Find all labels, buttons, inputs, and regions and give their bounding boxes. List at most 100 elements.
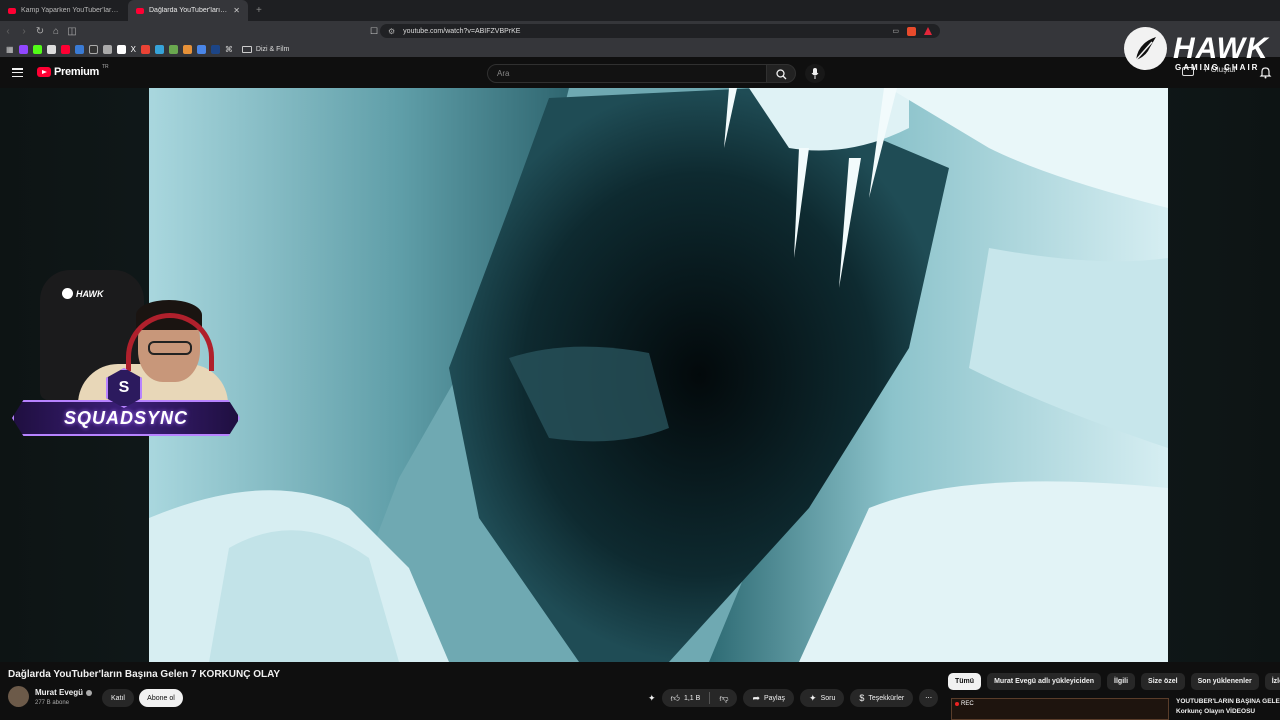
voice-search-button[interactable] <box>805 64 825 83</box>
recommended-video-thumbnail[interactable] <box>951 698 1169 720</box>
chip-all[interactable]: Tümü <box>948 673 982 690</box>
folder-label: Dizi & Film <box>255 45 290 53</box>
chip-for-you[interactable]: Size özel <box>1141 673 1185 690</box>
search-icon <box>776 69 787 80</box>
bookmark-icon[interactable] <box>74 44 84 54</box>
bookmark-icon[interactable] <box>102 44 112 54</box>
channel-name[interactable]: Murat Evegü <box>35 688 93 697</box>
chip-related[interactable]: İlgili <box>1107 673 1136 690</box>
youtube-favicon-icon <box>136 7 144 14</box>
thanks-button[interactable]: $ Teşekkürler <box>850 689 914 707</box>
webcam-overlay: HAWK SQUADSYNC S <box>10 268 242 444</box>
channel-avatar[interactable] <box>8 686 29 707</box>
recommendation-filter-chips: Tümü Murat Evegü adlı yükleyiciden İlgil… <box>948 673 1280 690</box>
bookmark-icon[interactable] <box>46 44 56 54</box>
sparkle-icon[interactable]: ✦ <box>648 693 656 704</box>
bookmark-icon[interactable]: ☐ <box>370 26 378 37</box>
share-icon: ➦ <box>752 692 760 703</box>
sponsor-brand: HAWK <box>1173 31 1269 65</box>
url-text: youtube.com/watch?v=ABIFZVBPrKE <box>403 27 521 35</box>
ask-button[interactable]: ✦ Soru <box>800 689 845 707</box>
rec-title-line2: Korkunç Olayın VİDEOSU <box>1176 708 1256 715</box>
reload-icon[interactable]: ↻ <box>32 26 48 37</box>
tab-title: Dağlarda YouTuber'ların Başına <box>149 7 228 14</box>
cast-icon[interactable]: ▭ <box>892 27 899 36</box>
bookmark-icon[interactable] <box>210 44 220 54</box>
super-thanks-icon: $ <box>859 693 865 703</box>
chip-recent[interactable]: Son yüklenenler <box>1190 673 1259 690</box>
video-player[interactable] <box>149 88 1168 662</box>
logo-text: Premium <box>54 66 99 78</box>
like-dislike-group: 👍︎ 1,1 B 👎︎ <box>661 689 738 707</box>
bookmark-icon[interactable] <box>154 44 164 54</box>
chair-logo: HAWK <box>62 288 104 299</box>
video-title: Dağlarda YouTuber'ların Başına Gelen 7 K… <box>8 669 281 680</box>
browser-toolbar: ‹ › ↻ ⌂ ◫ ☐ ⚙ youtube.com/watch?v=ABIFZV… <box>0 21 1280 41</box>
brave-rewards-icon[interactable] <box>924 26 932 35</box>
hawk-feather-icon <box>1124 27 1167 70</box>
youtube-play-icon <box>37 67 51 77</box>
chair-logo-text: HAWK <box>76 288 104 299</box>
bookmark-icon[interactable] <box>116 44 126 54</box>
bookmark-icon[interactable] <box>168 44 178 54</box>
thumbs-down-icon: 👎︎ <box>719 692 729 703</box>
verified-icon <box>86 689 93 696</box>
recommended-video-title[interactable]: YOUTUBER'LARIN BAŞINA GELEN Korkunç Olay… <box>1176 697 1280 717</box>
search-button[interactable] <box>766 64 796 83</box>
join-button[interactable]: Katıl <box>102 689 134 707</box>
brave-shield-icon[interactable] <box>907 26 916 36</box>
folder-icon <box>241 45 252 53</box>
back-icon[interactable]: ‹ <box>0 26 16 37</box>
youtube-logo[interactable]: Premium TR <box>37 64 109 78</box>
apps-icon[interactable]: ▦ <box>6 45 14 54</box>
subscriber-count: 277 B abone <box>35 700 70 706</box>
bookmark-icon[interactable] <box>60 44 70 54</box>
subscribe-button[interactable]: Abone ol <box>139 689 183 707</box>
x-icon[interactable]: X <box>131 45 136 54</box>
new-tab-icon[interactable]: + <box>248 5 270 16</box>
share-label: Paylaş <box>764 694 786 702</box>
chip-from-uploader[interactable]: Murat Evegü adlı yükleyiciden <box>987 673 1102 690</box>
sponsor-subtitle: GAMING CHAIR <box>1175 63 1260 72</box>
browser-tab-active[interactable]: Dağlarda YouTuber'ların Başına ✕ <box>128 0 248 21</box>
search-input[interactable]: Ara <box>487 64 767 83</box>
youtube-favicon-icon <box>8 7 16 14</box>
tab-title: Kamp Yaparken YouTuber'ların Başına <box>21 7 120 14</box>
menu-icon[interactable] <box>12 68 23 77</box>
bookmark-folder[interactable]: Dizi & Film <box>241 45 290 53</box>
home-icon[interactable]: ⌂ <box>48 26 64 37</box>
rec-title-line1: YOUTUBER'LARIN BAŞINA GELEN <box>1176 698 1280 705</box>
rec-badge-text: REC <box>961 701 974 707</box>
bookmark-icon[interactable] <box>88 44 98 54</box>
split-view-icon[interactable]: ◫ <box>64 26 80 37</box>
bookmarks-bar: ▦ X ⌘ Dizi & Film <box>0 41 1280 57</box>
forward-icon[interactable]: › <box>16 26 32 37</box>
dislike-button[interactable]: 👎︎ <box>710 693 737 704</box>
close-tab-icon[interactable]: ✕ <box>233 6 240 15</box>
glasses <box>148 341 192 355</box>
video-actions: ✦ 👍︎ 1,1 B 👎︎ ➦ Paylaş ✦ Soru $ Teşekkür… <box>648 689 939 707</box>
browser-tab-bar: Kamp Yaparken YouTuber'ların Başına Dağl… <box>0 0 1280 21</box>
share-button[interactable]: ➦ Paylaş <box>743 689 795 707</box>
squadsync-text: SQUADSYNC <box>63 407 188 428</box>
bookmark-icon[interactable] <box>196 44 206 54</box>
site-info-icon[interactable]: ⚙ <box>388 27 395 36</box>
sparkle-icon: ✦ <box>809 692 817 703</box>
chip-watched[interactable]: İzlenenler <box>1264 673 1280 690</box>
address-bar[interactable]: ⚙ youtube.com/watch?v=ABIFZVBPrKE ▭ <box>380 24 940 38</box>
bookmark-icon[interactable] <box>182 44 192 54</box>
bookmark-icon[interactable] <box>18 44 28 54</box>
country-code: TR <box>101 64 109 70</box>
record-dot-icon <box>955 702 959 706</box>
more-icon: ⋯ <box>925 695 933 702</box>
thumbs-up-icon: 👍︎ <box>670 692 680 703</box>
browser-tab[interactable]: Kamp Yaparken YouTuber'ların Başına <box>0 0 128 21</box>
gmail-icon[interactable] <box>140 44 150 54</box>
like-button[interactable]: 👍︎ 1,1 B <box>662 693 710 704</box>
bookmark-icon[interactable]: ⌘ <box>225 45 233 54</box>
bookmark-icon[interactable] <box>32 44 42 54</box>
more-actions-button[interactable]: ⋯ <box>919 689 939 707</box>
microphone-icon <box>811 68 819 79</box>
thanks-label: Teşekkürler <box>868 694 905 702</box>
hawk-logo-icon <box>62 288 73 299</box>
